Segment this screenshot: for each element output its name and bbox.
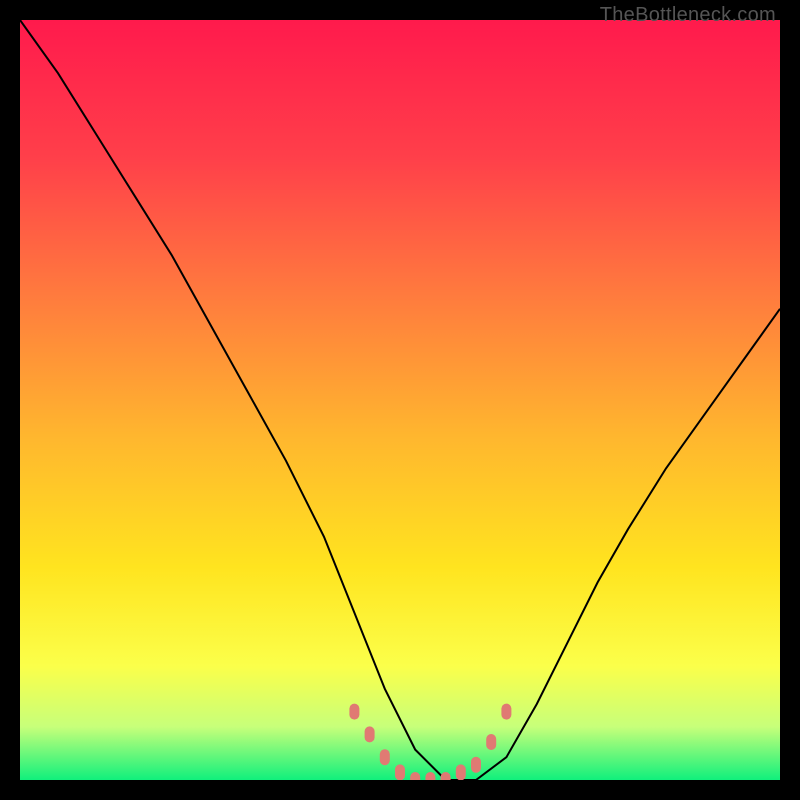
bottleneck-chart [20, 20, 780, 780]
optimal-marker [380, 749, 390, 765]
gradient-background [20, 20, 780, 780]
optimal-marker [456, 764, 466, 780]
optimal-marker [501, 704, 511, 720]
optimal-marker [486, 734, 496, 750]
optimal-marker [395, 764, 405, 780]
chart-frame: TheBottleneck.com [0, 0, 800, 800]
optimal-marker [471, 757, 481, 773]
watermark-text: TheBottleneck.com [600, 4, 776, 27]
chart-plot-area [20, 20, 780, 780]
optimal-marker [349, 704, 359, 720]
optimal-marker [365, 726, 375, 742]
